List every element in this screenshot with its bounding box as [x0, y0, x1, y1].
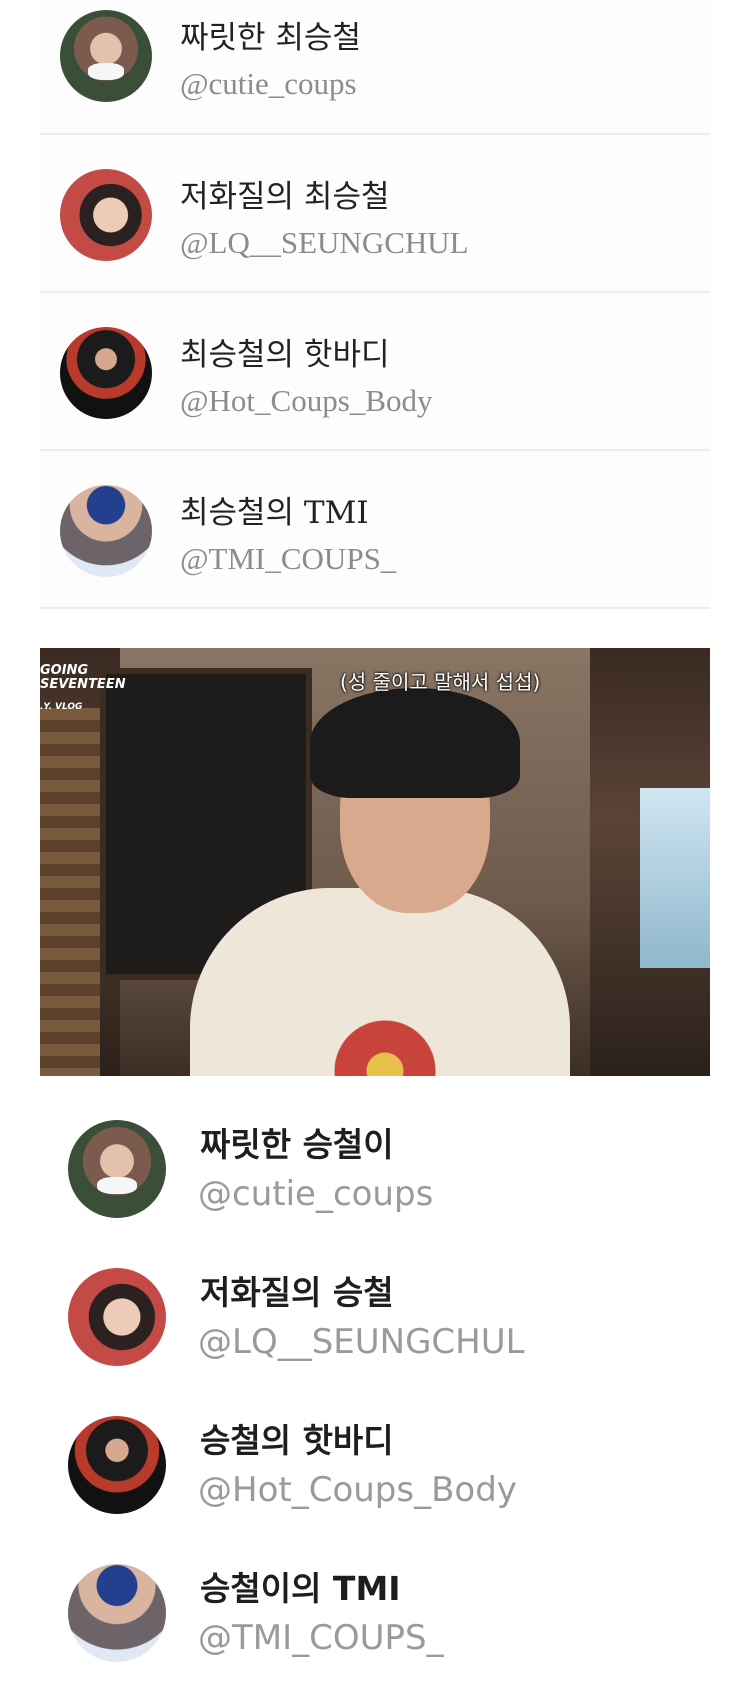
avatar[interactable] — [68, 1120, 166, 1218]
account-handle: @cutie_coups — [198, 1174, 434, 1214]
account-handle: @LQ__SEUNGCHUL — [198, 1322, 525, 1362]
channel-tag: .Y. VLOG — [40, 702, 83, 712]
account-name: 저화질의 최승철 — [180, 179, 390, 215]
account-row[interactable]: 승철의 핫바디 @Hot_Coups_Body — [0, 1396, 750, 1544]
avatar[interactable] — [68, 1416, 166, 1514]
bucket-hat — [310, 688, 520, 798]
account-list-bottom: 짜릿한 승철이 @cutie_coups 저화질의 승철 @LQ__SEUNGC… — [0, 1100, 750, 1692]
account-row[interactable]: 짜릿한 승철이 @cutie_coups — [0, 1100, 750, 1248]
account-handle: @Hot_Coups_Body — [180, 383, 433, 418]
account-handle: @TMI_COUPS_ — [180, 541, 397, 576]
account-row[interactable]: 최승철의 핫바디 @Hot_Coups_Body — [40, 293, 710, 451]
account-row[interactable]: 짜릿한 최승철 @cutie_coups — [40, 0, 710, 135]
window — [640, 788, 710, 968]
video-caption: (성 줄이고 말해서 섭섭) — [340, 670, 541, 694]
account-row[interactable]: 저화질의 승철 @LQ__SEUNGCHUL — [0, 1248, 750, 1396]
shirt-logo — [310, 1008, 460, 1076]
avatar[interactable] — [68, 1268, 166, 1366]
account-name: 저화질의 승철 — [200, 1273, 394, 1312]
account-handle: @Hot_Coups_Body — [198, 1470, 517, 1510]
account-list-top: 짜릿한 최승철 @cutie_coups 저화질의 최승철 @LQ__SEUNG… — [40, 0, 710, 609]
account-name: 승철이의 TMI — [200, 1569, 401, 1608]
avatar[interactable] — [68, 1564, 166, 1662]
pillar — [40, 708, 100, 1076]
account-handle: @cutie_coups — [180, 66, 357, 101]
avatar[interactable] — [60, 327, 152, 419]
account-name: 최승철의 핫바디 — [180, 337, 390, 373]
channel-name: GOING SEVENTEEN — [40, 663, 126, 692]
account-name: 짜릿한 승철이 — [200, 1125, 394, 1164]
video-still: GOING SEVENTEEN .Y. VLOG (성 줄이고 말해서 섭섭) — [40, 648, 710, 1076]
account-row[interactable]: 승철이의 TMI @TMI_COUPS_ — [0, 1544, 750, 1692]
account-handle: @LQ__SEUNGCHUL — [180, 225, 469, 260]
account-row[interactable]: 최승철의 TMI @TMI_COUPS_ — [40, 451, 710, 609]
channel-logo: GOING SEVENTEEN .Y. VLOG — [40, 664, 126, 714]
account-row[interactable]: 저화질의 최승철 @LQ__SEUNGCHUL — [40, 135, 710, 293]
account-name: 승철의 핫바디 — [200, 1421, 394, 1460]
account-name: 짜릿한 최승철 — [180, 20, 361, 56]
avatar[interactable] — [60, 10, 152, 102]
avatar[interactable] — [60, 169, 152, 261]
account-handle: @TMI_COUPS_ — [198, 1618, 444, 1658]
avatar[interactable] — [60, 485, 152, 577]
account-name: 최승철의 TMI — [180, 495, 369, 531]
